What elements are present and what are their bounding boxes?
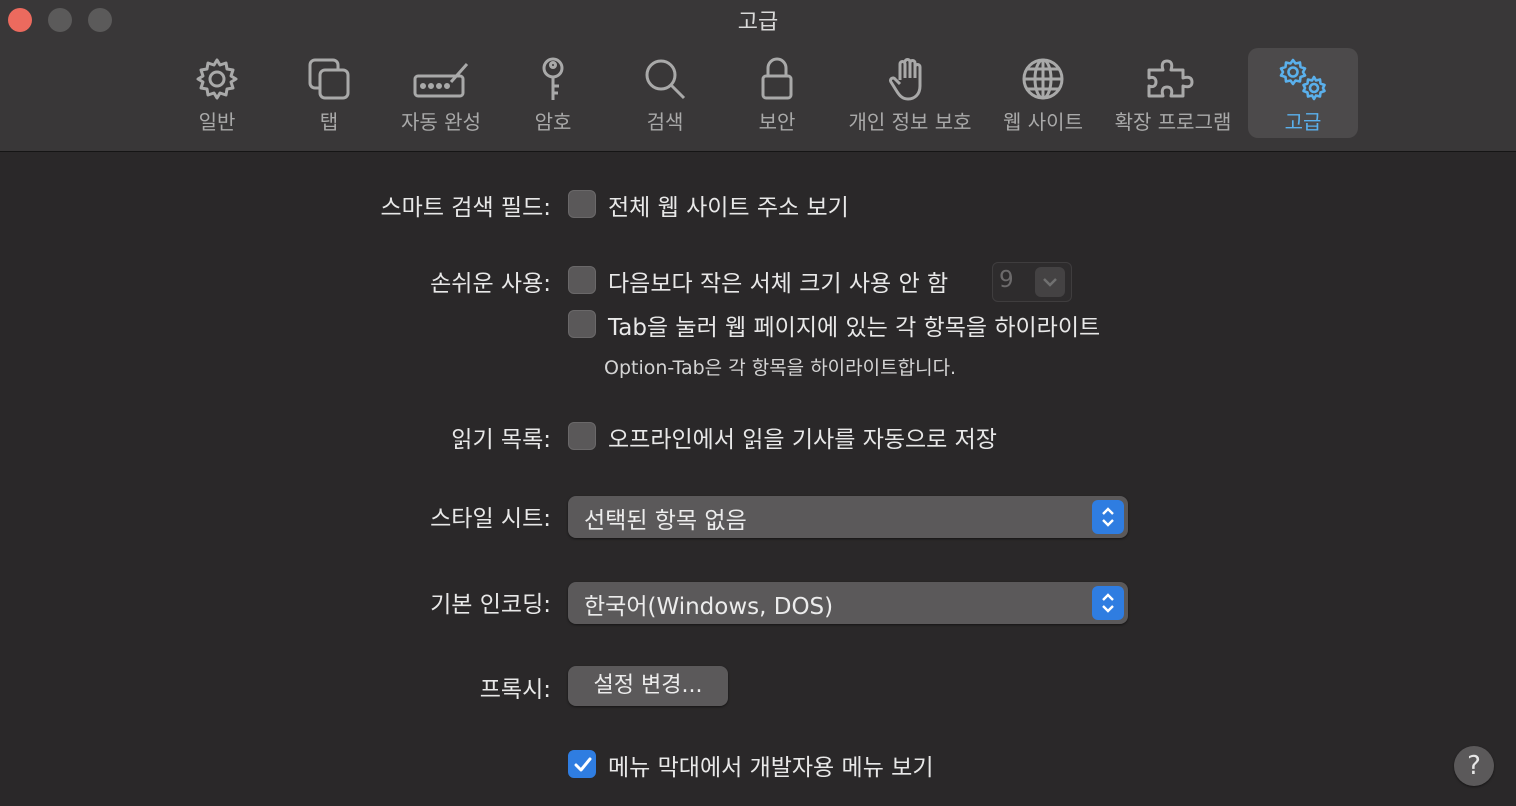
save-offline-label[interactable]: 오프라인에서 읽을 기사를 자동으로 저장 — [608, 420, 997, 454]
updown-chevron-icon — [1102, 593, 1114, 613]
develop-menu-checkbox[interactable] — [568, 750, 596, 778]
tab-label: 암호 — [534, 110, 572, 134]
show-full-address-checkbox[interactable] — [568, 190, 596, 218]
hand-icon — [889, 58, 922, 101]
globe-icon — [1022, 58, 1064, 100]
help-button[interactable]: ? — [1454, 746, 1494, 786]
tab-tabs[interactable]: 탭 — [289, 48, 369, 138]
encoding-label: 기본 인코딩: — [430, 592, 551, 618]
min-font-size-label[interactable]: 다음보다 작은 서체 크기 사용 안 함 — [608, 264, 948, 298]
checkmark-icon — [574, 757, 592, 772]
tab-label: 자동 완성 — [401, 110, 481, 134]
reading-list-label: 읽기 목록: — [451, 427, 551, 453]
tabs-icon — [308, 58, 350, 100]
change-settings-button[interactable]: 설정 변경... — [568, 666, 728, 706]
window-title: 고급 — [737, 10, 779, 35]
tab-extensions[interactable]: 확장 프로그램 — [1106, 48, 1240, 138]
preferences-window: 고급 일반 탭 자동 완성 암호 검색 보안 개인 정보 보호 웹 사이트 확장… — [0, 0, 1516, 806]
show-full-address-label[interactable]: 전체 웹 사이트 주소 보기 — [608, 188, 849, 222]
tab-highlight-hint: Option-Tab은 각 항목을 하이라이트합니다. — [604, 357, 957, 379]
chevron-down-icon — [1043, 278, 1057, 287]
tab-label: 일반 — [198, 110, 236, 134]
tab-label: 보안 — [758, 110, 796, 134]
encoding-select[interactable]: 한국어(Windows, DOS) — [568, 582, 1128, 624]
updown-chevron-icon — [1102, 507, 1114, 527]
puzzle-icon — [1147, 59, 1194, 98]
develop-menu-label[interactable]: 메뉴 막대에서 개발자용 메뉴 보기 — [608, 748, 933, 782]
tab-highlight-label[interactable]: Tab을 눌러 웹 페이지에 있는 각 항목을 하이라이트 — [608, 308, 1100, 342]
key-icon — [542, 57, 564, 100]
style-sheet-label: 스타일 시트: — [430, 506, 551, 532]
tab-passwords[interactable]: 암호 — [513, 48, 593, 138]
encoding-stepper — [1092, 586, 1124, 620]
tab-highlight-checkbox[interactable] — [568, 310, 596, 338]
tab-label: 고급 — [1284, 110, 1322, 134]
magnifier-icon — [645, 59, 686, 100]
min-font-size-checkbox[interactable] — [568, 266, 596, 294]
font-size-dropdown-button[interactable] — [1035, 267, 1065, 297]
tab-advanced[interactable]: 고급 — [1248, 48, 1358, 138]
save-offline-checkbox[interactable] — [568, 422, 596, 450]
tab-label: 웹 사이트 — [1003, 110, 1083, 134]
style-sheet-value: 선택된 항목 없음 — [584, 508, 747, 534]
toolbar: 고급 일반 탭 자동 완성 암호 검색 보안 개인 정보 보호 웹 사이트 확장… — [0, 0, 1516, 152]
tab-label: 탭 — [319, 110, 339, 134]
tab-general[interactable]: 일반 — [177, 48, 257, 138]
tab-label: 개인 정보 보호 — [848, 110, 972, 134]
tab-security[interactable]: 보안 — [737, 48, 817, 138]
tab-label: 검색 — [646, 110, 684, 134]
style-sheet-stepper — [1092, 500, 1124, 534]
keyboard-pen-icon — [413, 63, 469, 98]
tab-search[interactable]: 검색 — [625, 48, 705, 138]
lock-icon — [761, 57, 793, 100]
style-sheet-select[interactable]: 선택된 항목 없음 — [568, 496, 1128, 538]
smart-search-label: 스마트 검색 필드: — [380, 195, 552, 221]
gear-icon — [196, 58, 238, 100]
accessibility-label: 손쉬운 사용: — [430, 271, 551, 297]
tab-websites[interactable]: 웹 사이트 — [997, 48, 1089, 138]
gears-icon — [1279, 58, 1326, 101]
font-size-popup[interactable]: 9 — [992, 262, 1072, 302]
tab-privacy[interactable]: 개인 정보 보호 — [840, 48, 980, 138]
tab-label: 확장 프로그램 — [1114, 110, 1232, 134]
tab-autofill[interactable]: 자동 완성 — [392, 48, 490, 138]
encoding-value: 한국어(Windows, DOS) — [584, 594, 834, 620]
font-size-value: 9 — [999, 267, 1014, 293]
proxy-label: 프록시: — [479, 677, 551, 703]
